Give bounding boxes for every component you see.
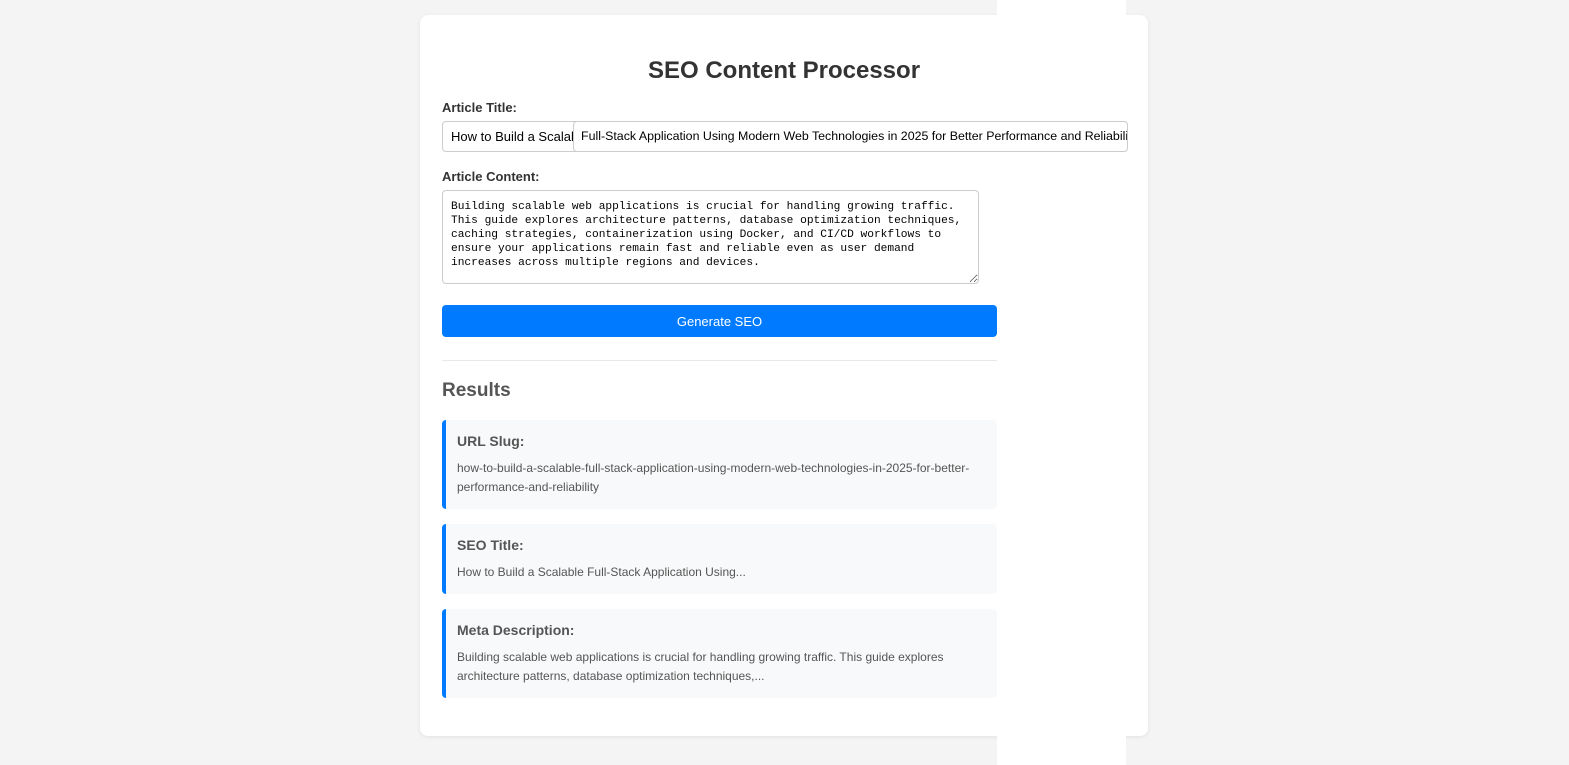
article-content-textarea[interactable]: Building scalable web applications is cr…	[442, 190, 979, 284]
result-label-seo-title: SEO Title:	[457, 537, 524, 553]
result-seo-title: SEO Title: How to Build a Scalable Full-…	[442, 524, 997, 594]
article-title-label: Article Title:	[442, 100, 517, 115]
page-overlay-strip	[997, 0, 1126, 765]
result-value-meta-description: Building scalable web applications is cr…	[457, 650, 944, 683]
results-heading: Results	[442, 380, 511, 401]
article-content-label: Article Content:	[442, 169, 540, 184]
result-meta-description: Meta Description: Building scalable web …	[442, 609, 997, 698]
result-url-slug: URL Slug: how-to-build-a-scalable-full-s…	[442, 420, 997, 509]
section-divider	[442, 360, 997, 361]
result-value-url-slug: how-to-build-a-scalable-full-stack-appli…	[457, 461, 970, 494]
article-title-input-overflow[interactable]: Full-Stack Application Using Modern Web …	[573, 121, 1128, 152]
result-label-meta-description: Meta Description:	[457, 622, 575, 638]
result-value-seo-title: How to Build a Scalable Full-Stack Appli…	[457, 565, 746, 579]
result-label-url-slug: URL Slug:	[457, 433, 525, 449]
generate-seo-button[interactable]: Generate SEO	[442, 305, 997, 337]
